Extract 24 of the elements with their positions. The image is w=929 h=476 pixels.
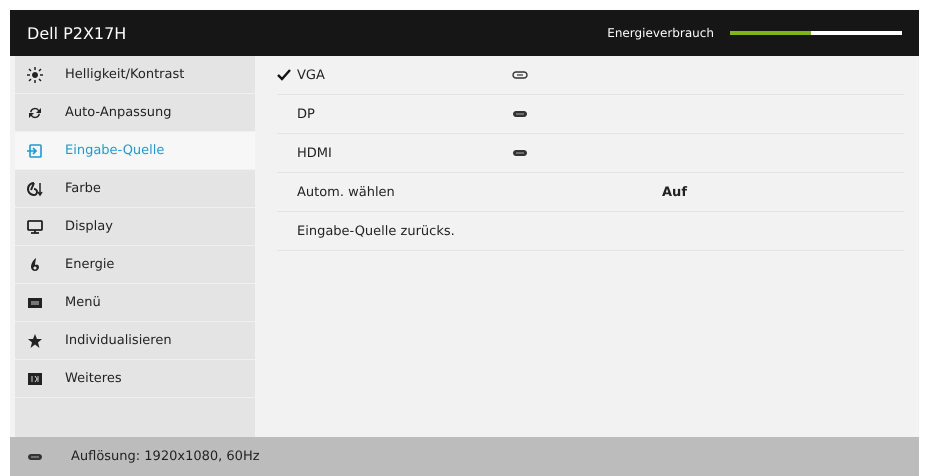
option-label[interactable]: DP <box>297 106 512 122</box>
resolution-text: Auflösung: 1920x1080, 60Hz <box>71 449 260 464</box>
input-icon <box>27 142 43 158</box>
connector-icon <box>27 452 43 460</box>
monitor-title: Dell P2X17H <box>27 24 126 42</box>
sidebar-item[interactable]: Helligkeit/Kontrast <box>15 56 255 94</box>
sidebar-item[interactable]: Menü <box>15 284 255 322</box>
color-icon <box>27 180 43 196</box>
meter-label: Energieverbrauch <box>607 26 714 40</box>
sidebar-item[interactable]: Display <box>15 208 255 246</box>
reset-option[interactable]: Eingabe-Quelle zurücks. <box>297 224 512 238</box>
sidebar-item[interactable]: Weiteres <box>15 360 255 398</box>
star-icon <box>27 332 43 348</box>
sidebar-item[interactable]: Farbe <box>15 170 255 208</box>
monitor-icon <box>27 218 43 234</box>
sidebar-item[interactable]: Energie <box>15 246 255 284</box>
option-label[interactable]: Autom. wählen <box>297 184 512 200</box>
sun-icon <box>27 66 43 82</box>
option-label[interactable]: VGA <box>297 68 512 82</box>
option-value: Auf <box>662 184 687 200</box>
option-label[interactable]: HDMI <box>297 146 512 160</box>
option-row[interactable]: HDMI <box>277 134 904 173</box>
sidebar-item[interactable]: Individualisieren <box>15 322 255 360</box>
option-row[interactable]: DP <box>277 95 904 134</box>
